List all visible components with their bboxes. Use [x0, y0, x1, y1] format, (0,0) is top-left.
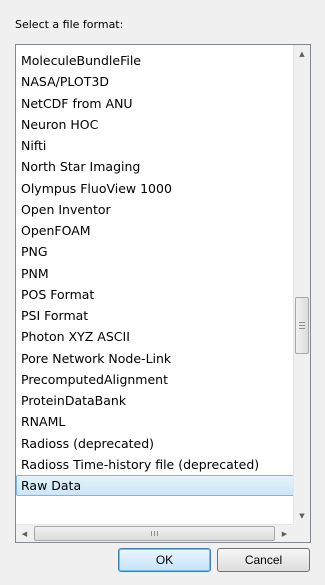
prompt-label: Select a file format:: [15, 18, 124, 31]
ok-button[interactable]: OK: [118, 548, 211, 572]
cancel-button[interactable]: Cancel: [217, 548, 310, 572]
list-item[interactable]: Radioss (deprecated): [16, 433, 295, 454]
list-item[interactable]: NASA/PLOT3D: [16, 71, 295, 92]
scroll-down-icon[interactable]: ▼: [294, 507, 310, 524]
horizontal-scroll-thumb[interactable]: [34, 526, 275, 541]
list-item[interactable]: Photon XYZ ASCII: [16, 326, 295, 347]
vertical-scrollbar[interactable]: ▲ ▼: [293, 45, 310, 524]
scroll-left-icon[interactable]: ◀: [16, 525, 33, 542]
list-item[interactable]: PNG: [16, 241, 295, 262]
vertical-scroll-thumb[interactable]: [295, 297, 309, 354]
horizontal-scrollbar[interactable]: ◀ ▶: [16, 524, 293, 542]
list-item[interactable]: RNAML: [16, 411, 295, 432]
list-item[interactable]: Neuron HOC: [16, 114, 295, 135]
scrollbar-corner: [293, 524, 310, 542]
list-item[interactable]: OpenFOAM: [16, 220, 295, 241]
list-item[interactable]: PrecomputedAlignment: [16, 369, 295, 390]
list-item[interactable]: NetCDF from ANU: [16, 93, 295, 114]
scroll-right-icon[interactable]: ▶: [276, 525, 293, 542]
list-item[interactable]: MoleculeBundleFile: [16, 50, 295, 71]
file-format-listbox[interactable]: MoleculeBundleFile NASA/PLOT3D NetCDF from…: [15, 44, 311, 543]
list-item[interactable]: North Star Imaging: [16, 156, 295, 177]
list-item[interactable]: Pore Network Node-Link: [16, 348, 295, 369]
list-item[interactable]: Open Inventor: [16, 199, 295, 220]
list-item[interactable]: ProteinDataBank: [16, 390, 295, 411]
list-item[interactable]: PNM: [16, 263, 295, 284]
list-item[interactable]: Raw Data: [16, 475, 295, 497]
scroll-up-icon[interactable]: ▲: [294, 45, 310, 62]
list-item[interactable]: Radioss Time-history file (deprecated): [16, 454, 295, 475]
list-item[interactable]: PSI Format: [16, 305, 295, 326]
list-item[interactable]: POS Format: [16, 284, 295, 305]
list-item[interactable]: Olympus FluoView 1000: [16, 178, 295, 199]
list-item[interactable]: Nifti: [16, 135, 295, 156]
format-list: MoleculeBundleFile NASA/PLOT3D NetCDF from…: [16, 50, 295, 497]
